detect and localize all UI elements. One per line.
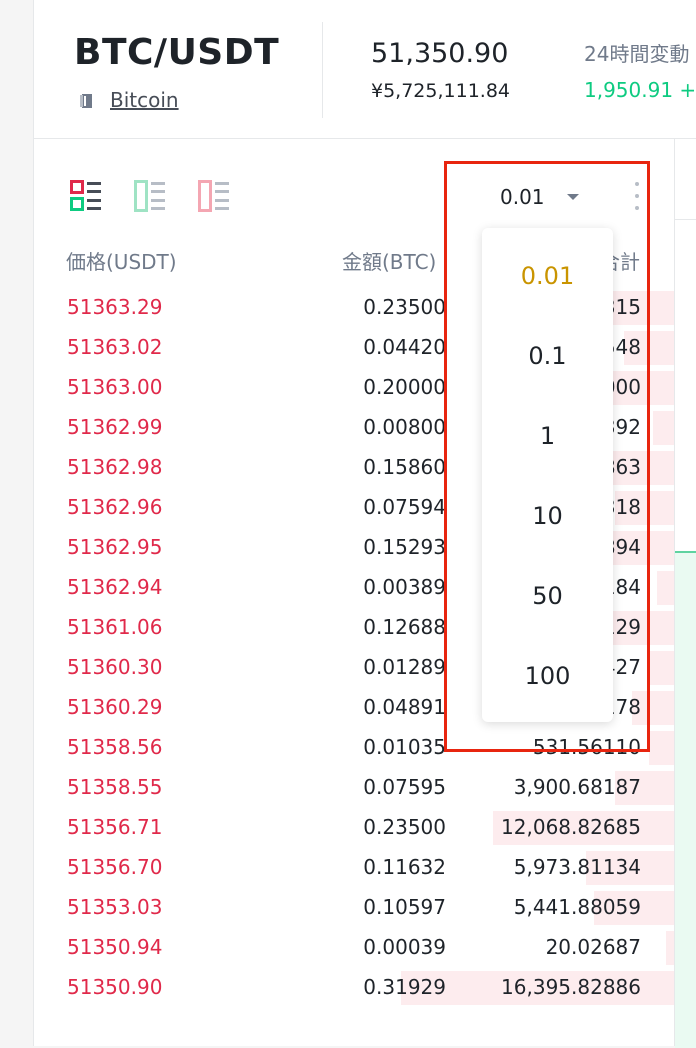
precision-option[interactable]: 10 bbox=[482, 476, 613, 556]
order-price: 51358.56 bbox=[67, 735, 163, 759]
order-price: 51358.55 bbox=[67, 775, 163, 799]
orderbook-buy-icon bbox=[134, 180, 165, 212]
ask-order-row[interactable]: 51356.71 0.23500 12,068.82685 bbox=[34, 808, 674, 848]
order-amount: 0.04891 bbox=[363, 695, 446, 719]
order-amount: 0.07594 bbox=[363, 495, 446, 519]
order-price: 51363.02 bbox=[67, 335, 163, 359]
depth-bar bbox=[666, 931, 674, 965]
order-price: 51350.94 bbox=[67, 935, 163, 959]
order-amount: 0.01035 bbox=[363, 735, 446, 759]
order-amount: 0.11632 bbox=[363, 855, 446, 879]
ask-order-row[interactable]: 51353.03 0.10597 5,441.88059 bbox=[34, 888, 674, 928]
change-24h-label: 24時間変動 bbox=[584, 42, 690, 66]
precision-option[interactable]: 1 bbox=[482, 396, 613, 476]
orderbook-both-icon bbox=[70, 180, 101, 211]
order-amount: 0.00800 bbox=[363, 415, 446, 439]
view-buy-only-button[interactable] bbox=[134, 180, 166, 212]
order-price: 51361.06 bbox=[67, 615, 163, 639]
order-price: 51362.96 bbox=[67, 495, 163, 519]
book-icon bbox=[80, 91, 94, 109]
trading-pair-title: BTC/USDT bbox=[74, 32, 280, 73]
column-header-amount: 金額(BTC) bbox=[342, 250, 437, 274]
order-amount: 0.23500 bbox=[363, 815, 446, 839]
order-price: 51363.29 bbox=[67, 295, 163, 319]
coin-info-link[interactable]: Bitcoin bbox=[80, 88, 179, 112]
coin-name-link[interactable]: Bitcoin bbox=[110, 88, 179, 112]
order-price: 51362.98 bbox=[67, 455, 163, 479]
precision-option[interactable]: 0.1 bbox=[482, 316, 613, 396]
ticker-header: BTC/USDT Bitcoin 51,350.90 ¥5,725,111.84… bbox=[34, 0, 696, 139]
order-amount: 0.23500 bbox=[363, 295, 446, 319]
precision-option[interactable]: 0.01 bbox=[482, 236, 613, 316]
order-amount: 0.00039 bbox=[363, 935, 446, 959]
order-amount: 0.01289 bbox=[363, 655, 446, 679]
order-price: 51356.70 bbox=[67, 855, 163, 879]
order-amount: 0.15860 bbox=[363, 455, 446, 479]
depth-bar bbox=[649, 731, 674, 765]
view-both-sides-button[interactable] bbox=[70, 180, 102, 212]
order-total: 5,441.88059 bbox=[513, 895, 641, 919]
order-total: 531.56110 bbox=[532, 735, 641, 759]
ask-order-row[interactable]: 51350.90 0.31929 16,395.82886 bbox=[34, 968, 674, 1008]
precision-option[interactable]: 50 bbox=[482, 556, 613, 636]
orderbook-sell-icon bbox=[198, 180, 229, 212]
order-price: 51353.03 bbox=[67, 895, 163, 919]
order-total: 3,900.68187 bbox=[513, 775, 641, 799]
precision-dropdown-menu: 0.01 0.1 1 10 50 100 bbox=[482, 228, 613, 722]
ask-order-row[interactable]: 51358.56 0.01035 531.56110 bbox=[34, 728, 674, 768]
order-amount: 0.10597 bbox=[363, 895, 446, 919]
order-total: 16,395.82886 bbox=[501, 975, 641, 999]
change-24h-value: 1,950.91 +3 bbox=[584, 78, 696, 102]
ask-order-row[interactable]: 51358.55 0.07595 3,900.68187 bbox=[34, 768, 674, 808]
order-price: 51356.71 bbox=[67, 815, 163, 839]
order-amount: 0.07595 bbox=[363, 775, 446, 799]
order-total: 20.02687 bbox=[545, 935, 641, 959]
order-price: 51360.29 bbox=[67, 695, 163, 719]
fiat-price: ¥5,725,111.84 bbox=[371, 80, 511, 102]
depth-bar bbox=[657, 571, 674, 605]
order-price: 51360.30 bbox=[67, 655, 163, 679]
depth-chart-bid-area bbox=[675, 551, 696, 1048]
order-price: 51362.94 bbox=[67, 575, 163, 599]
depth-bar bbox=[649, 651, 674, 685]
order-amount: 0.20000 bbox=[363, 375, 446, 399]
order-price: 51350.90 bbox=[67, 975, 163, 999]
caret-down-icon bbox=[566, 194, 579, 200]
depth-bar bbox=[653, 411, 674, 445]
header-divider bbox=[322, 22, 323, 118]
more-options-icon[interactable] bbox=[634, 182, 640, 212]
order-amount: 0.12688 bbox=[363, 615, 446, 639]
order-price: 51363.00 bbox=[67, 375, 163, 399]
ask-order-row[interactable]: 51350.94 0.00039 20.02687 bbox=[34, 928, 674, 968]
precision-value: 0.01 bbox=[500, 185, 545, 209]
column-header-price: 価格(USDT) bbox=[66, 250, 177, 274]
chart-panel-edge bbox=[674, 139, 696, 1048]
order-price: 51362.99 bbox=[67, 415, 163, 439]
order-amount: 0.00389 bbox=[363, 575, 446, 599]
order-amount: 0.15293 bbox=[363, 535, 446, 559]
order-amount: 0.31929 bbox=[363, 975, 446, 999]
last-price: 51,350.90 bbox=[371, 38, 509, 69]
precision-select[interactable]: 0.01 bbox=[500, 180, 579, 214]
ask-order-row[interactable]: 51356.70 0.11632 5,973.81134 bbox=[34, 848, 674, 888]
order-price: 51362.95 bbox=[67, 535, 163, 559]
order-total: 5,973.81134 bbox=[513, 855, 641, 879]
view-sell-only-button[interactable] bbox=[198, 180, 230, 212]
order-total: 12,068.82685 bbox=[501, 815, 641, 839]
left-sidebar-strip bbox=[0, 0, 34, 1046]
chart-panel-header bbox=[675, 139, 696, 220]
order-amount: 0.04420 bbox=[363, 335, 446, 359]
precision-option[interactable]: 100 bbox=[482, 636, 613, 716]
